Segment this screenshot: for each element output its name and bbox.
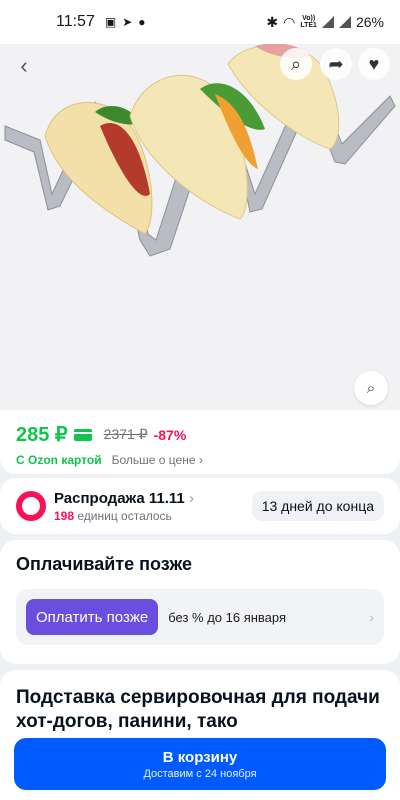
sale-text: Распродажа 11.11 › 198 единиц осталось: [54, 490, 194, 523]
more-price-link[interactable]: Больше о цене ›: [112, 453, 203, 467]
similar-search-button[interactable]: ⌕: [354, 371, 388, 405]
signal-icon-1: [321, 16, 334, 28]
battery-text: 26%: [355, 14, 384, 30]
search-button[interactable]: ⌕: [280, 48, 312, 80]
sale-card[interactable]: Распродажа 11.11 › 198 единиц осталось 1…: [0, 478, 400, 534]
product-image[interactable]: ‹ ⌕ ➦ ♥ ⌕: [0, 44, 400, 410]
pay-later-card: Оплачивайте позже Оплатить позже без % д…: [0, 540, 400, 664]
price-card[interactable]: 285 ₽ 2371 ₽ -87% С Ozon картой Больше о…: [0, 410, 400, 474]
old-price: 2371 ₽: [103, 426, 148, 442]
discount-badge: -87%: [153, 426, 187, 443]
sale-title: Распродажа 11.11 ›: [54, 489, 194, 507]
status-time: 11:57: [56, 13, 95, 30]
chevron-right-icon: ›: [188, 489, 194, 507]
price: 285 ₽: [16, 424, 68, 446]
days-left-badge: 13 дней до конца: [251, 491, 384, 521]
favorite-button[interactable]: ♥: [358, 48, 390, 80]
pay-later-title: Оплачивайте позже: [16, 554, 192, 574]
back-arrow-icon: ‹: [20, 53, 28, 78]
bluetooth-icon: ✱: [266, 13, 279, 30]
dot-icon: ●: [138, 15, 146, 29]
status-bar: 11:57 ▣ ➤ ● ✱ ◠ Vo)) LTE1 26%: [0, 0, 400, 44]
pay-later-button[interactable]: Оплатить позже: [26, 599, 159, 635]
pay-later-box[interactable]: Оплатить позже без % до 16 января ›: [16, 589, 384, 645]
price-sub-row: С Ozon картой Больше о цене ›: [16, 453, 384, 467]
image-icon: ▣: [104, 15, 117, 29]
product-title: Подставка сервировочная для подачи хот-д…: [16, 687, 380, 732]
search-icon: ⌕: [290, 53, 302, 74]
pay-later-terms: без % до 16 января: [168, 609, 287, 625]
status-right: ✱ ◠ Vo)) LTE1 26%: [266, 14, 384, 31]
chevron-right-icon: ›: [198, 453, 203, 467]
share-button[interactable]: ➦: [320, 48, 352, 80]
signal-icon-2: [338, 16, 351, 28]
similar-search-icon: ⌕: [366, 379, 376, 397]
ozon-card-label: С Ozon картой: [16, 453, 102, 467]
add-to-cart-button[interactable]: В корзину Доставим с 24 ноября: [14, 738, 386, 790]
wifi-icon: ◠: [283, 13, 296, 30]
sale-ring-icon: [16, 491, 46, 521]
add-to-cart-label: В корзину: [162, 748, 238, 766]
heart-icon: ♥: [368, 53, 380, 74]
sale-units: 198 единиц осталось: [54, 508, 172, 523]
telegram-icon: ➤: [122, 15, 133, 29]
lte-icon: Vo)) LTE1: [300, 15, 317, 29]
taco-holder-image: [4, 44, 396, 257]
back-button[interactable]: ‹: [8, 50, 40, 82]
price-row: 285 ₽ 2371 ₽ -87%: [16, 422, 384, 447]
share-icon: ➦: [328, 53, 344, 74]
chevron-right-icon: ›: [369, 609, 374, 625]
delivery-date: Доставим с 24 ноября: [143, 767, 257, 780]
ozon-card-icon: [73, 428, 92, 441]
